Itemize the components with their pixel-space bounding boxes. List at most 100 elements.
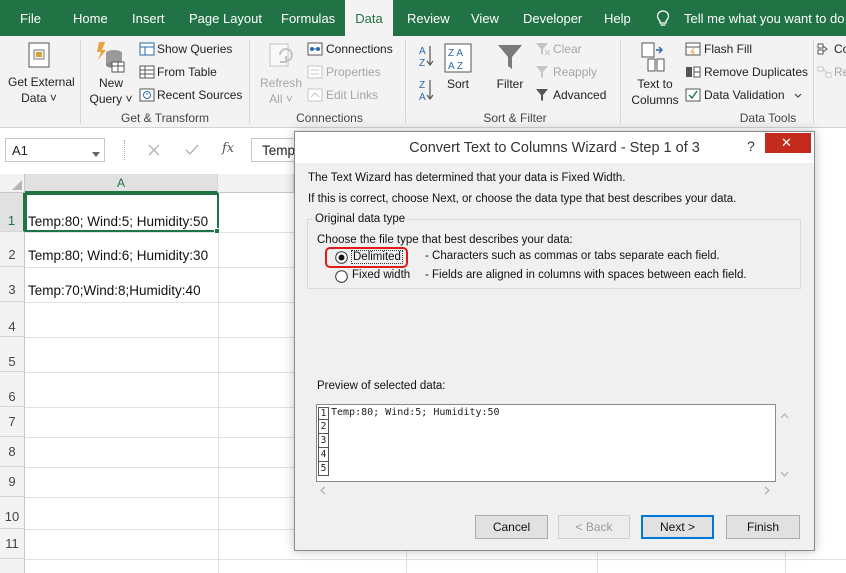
recent-sources-button[interactable]: Recent Sources [157, 88, 242, 102]
refresh-all-label-2: All ˅ [269, 92, 293, 106]
advanced-filter-button[interactable]: Advanced [553, 88, 606, 102]
cell-a1[interactable]: Temp:80; Wind:5; Humidity:50 [28, 214, 208, 229]
text-to-columns-button[interactable]: Text to [626, 77, 684, 91]
preview-box[interactable]: 1 2 3 4 5 Temp:80; Wind:5; Humidity:50 [316, 404, 776, 482]
row-header[interactable]: 11 [0, 529, 25, 559]
relationships-icon [817, 65, 833, 79]
advanced-filter-icon [535, 88, 551, 102]
row-header[interactable]: 7 [0, 407, 25, 437]
preview-scroll-left-icon[interactable] [319, 484, 326, 498]
cell-a3[interactable]: Temp:70;Wind:8;Humidity:40 [28, 283, 201, 298]
dialog-title: Convert Text to Columns Wizard - Step 1 … [409, 140, 700, 156]
clear-filter-button[interactable]: Clear [553, 42, 582, 56]
tab-page-layout[interactable]: Page Layout [189, 0, 262, 36]
fixed-width-radio[interactable] [335, 270, 348, 286]
tab-help[interactable]: Help [604, 0, 631, 36]
preview-line-numbers: 1 2 3 4 5 [318, 406, 329, 480]
row-header[interactable]: 6 [0, 372, 25, 407]
clear-filter-icon [535, 42, 551, 56]
delimited-description: - Characters such as commas or tabs sepa… [425, 250, 720, 262]
preview-row-number: 1 [318, 407, 329, 420]
fixed-width-label[interactable]: Fixed width [352, 269, 410, 281]
row-header[interactable]: 10 [0, 497, 25, 529]
row-header[interactable]: 5 [0, 337, 25, 372]
tab-formulas[interactable]: Formulas [281, 0, 335, 36]
tab-review[interactable]: Review [407, 0, 450, 36]
sort-button[interactable]: Sort [438, 77, 478, 91]
gridline [406, 551, 407, 573]
back-button[interactable]: < Back [558, 515, 630, 539]
gridline [25, 497, 294, 498]
filter-button[interactable]: Filter [490, 77, 530, 91]
row-header[interactable]: 4 [0, 302, 25, 337]
row-header[interactable] [0, 559, 25, 573]
row-header[interactable]: 1 [0, 193, 25, 232]
preview-scroll-right-icon[interactable] [764, 484, 771, 498]
row-header[interactable]: 2 [0, 232, 25, 267]
chevron-down-icon[interactable] [92, 147, 100, 161]
delimited-radio[interactable] [335, 251, 348, 267]
cancel-entry-icon[interactable] [147, 143, 161, 160]
row-header[interactable]: 8 [0, 437, 25, 467]
column-header-b[interactable] [218, 174, 294, 193]
tab-view[interactable]: View [471, 0, 499, 36]
tell-me-search[interactable]: Tell me what you want to do [684, 0, 844, 36]
from-table-button[interactable]: From Table [157, 65, 217, 79]
gridline [25, 337, 294, 338]
fill-handle[interactable] [214, 228, 220, 234]
connections-icon [307, 42, 323, 56]
tab-developer[interactable]: Developer [523, 0, 582, 36]
next-button[interactable]: Next > [641, 515, 714, 539]
help-button[interactable]: ? [747, 138, 755, 154]
sort-za-icon: ZA [418, 78, 434, 105]
gridline [218, 193, 219, 573]
new-query-button[interactable]: New [86, 76, 136, 90]
insert-function-icon[interactable]: fx [222, 141, 234, 156]
flash-fill-button[interactable]: Flash Fill [704, 42, 752, 56]
refresh-all-button[interactable]: Refresh [256, 76, 306, 90]
gridline [25, 467, 294, 468]
delimited-label[interactable]: Delimited [351, 250, 403, 264]
edit-links-button[interactable]: Edit Links [326, 88, 378, 102]
group-separator [405, 40, 406, 124]
remove-duplicates-button[interactable]: Remove Duplicates [704, 65, 808, 79]
consolidate-button-partial[interactable]: Co [834, 42, 846, 56]
confirm-entry-icon[interactable] [185, 143, 199, 160]
cancel-button[interactable]: Cancel [475, 515, 548, 539]
finish-button[interactable]: Finish [726, 515, 800, 539]
gridline [25, 232, 294, 233]
properties-icon [307, 65, 323, 79]
row-header[interactable]: 3 [0, 267, 25, 302]
show-queries-icon [139, 42, 155, 56]
close-button[interactable]: ✕ [765, 133, 811, 153]
reapply-button[interactable]: Reapply [553, 65, 597, 79]
get-external-data-label-2: Data ˅ [21, 91, 57, 105]
tab-insert[interactable]: Insert [132, 0, 165, 36]
chevron-down-icon[interactable] [794, 88, 802, 102]
tab-home[interactable]: Home [73, 0, 108, 36]
relationships-button-partial[interactable]: Re [834, 65, 846, 79]
wizard-intro-line-2: If this is correct, choose Next, or choo… [308, 193, 737, 205]
show-queries-button[interactable]: Show Queries [157, 42, 232, 56]
tab-data[interactable]: Data [345, 0, 393, 36]
tab-file[interactable]: File [20, 0, 41, 36]
preview-scroll-up-icon[interactable] [780, 408, 789, 422]
gridline [25, 559, 846, 560]
get-external-data-button[interactable]: Get External [8, 75, 75, 89]
gridline [25, 372, 294, 373]
name-box[interactable]: A1 [5, 138, 105, 162]
select-all-corner[interactable] [0, 174, 25, 193]
properties-button[interactable]: Properties [326, 65, 381, 79]
connections-button[interactable]: Connections [326, 42, 393, 56]
close-icon: ✕ [781, 135, 792, 150]
refresh-all-icon [266, 42, 296, 75]
column-header-a[interactable]: A [25, 174, 218, 193]
gridline [25, 437, 294, 438]
dialog-title-bar: Convert Text to Columns Wizard - Step 1 … [295, 132, 814, 163]
get-external-data-icon [26, 41, 52, 74]
data-validation-button[interactable]: Data Validation [704, 88, 785, 102]
choose-file-type-label: Choose the file type that best describes… [317, 234, 573, 246]
row-header[interactable]: 9 [0, 467, 25, 497]
cell-a2[interactable]: Temp:80; Wind:6; Humidity:30 [28, 248, 208, 263]
preview-scroll-down-icon[interactable] [780, 467, 789, 481]
